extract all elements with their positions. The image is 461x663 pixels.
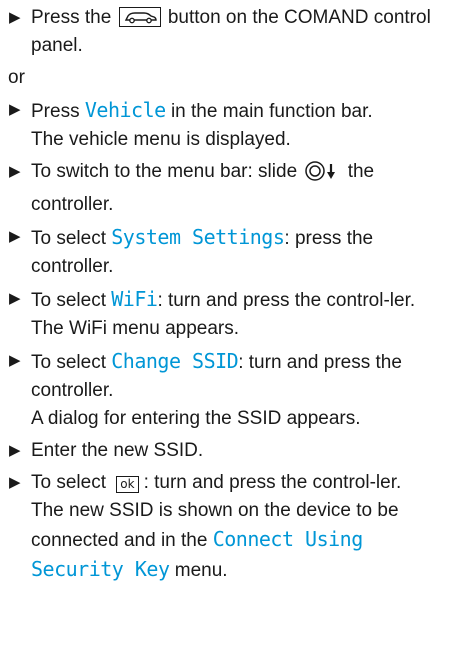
step-text-pre: To select: [31, 290, 106, 311]
step-text-post: : turn and press the control-ler.: [143, 472, 402, 493]
bullet-arrow-icon: ▶: [9, 101, 21, 118]
step-result: The WiFi menu appears.: [31, 318, 240, 339]
menu-item-system-settings: System Settings: [111, 225, 285, 249]
bullet-arrow-icon: ▶: [9, 442, 21, 459]
menu-item-change-ssid: Change SSID: [111, 349, 239, 373]
step-switch-menu-bar: ▶ To switch to the menu bar: slide the c…: [8, 158, 453, 219]
car-key-icon: [118, 7, 161, 27]
step-text-post: in the main function bar.: [170, 101, 373, 122]
step-select-change-ssid: ▶ To select Change SSID: turn and press …: [8, 347, 453, 433]
step-enter-ssid: ▶ Enter the new SSID.: [8, 437, 453, 465]
bullet-arrow-icon: ▶: [9, 290, 21, 307]
step-select-ok: ▶ To select ok: turn and press the contr…: [8, 469, 453, 585]
step-text-pre: To select: [31, 352, 106, 373]
menu-item-wifi: WiFi: [111, 287, 158, 311]
step-text-post: : turn and press the control-ler.: [157, 290, 416, 311]
step-text-pre: Press the: [31, 7, 112, 28]
step-text-pre: To select: [31, 472, 106, 493]
ok-key-icon: ok: [116, 476, 139, 493]
step-text: Enter the new SSID.: [31, 440, 204, 461]
step-press-car-button: ▶ Press the button on the COMAND control…: [8, 4, 453, 60]
step-result-post: menu.: [174, 560, 228, 581]
controller-slide-down-icon: [304, 160, 340, 191]
step-result: The vehicle menu is displayed.: [31, 129, 291, 150]
bullet-arrow-icon: ▶: [9, 228, 21, 245]
or-separator: or: [8, 67, 25, 88]
bullet-arrow-icon: ▶: [9, 474, 21, 491]
menu-item-vehicle: Vehicle: [84, 98, 166, 122]
step-select-wifi: ▶ To select WiFi: turn and press the con…: [8, 285, 453, 343]
bullet-arrow-icon: ▶: [9, 9, 21, 26]
step-text-pre: To switch to the menu bar: slide: [31, 161, 298, 182]
step-text-pre: Press: [31, 101, 80, 122]
step-text-pre: To select: [31, 228, 106, 249]
bullet-arrow-icon: ▶: [9, 163, 21, 180]
bullet-arrow-icon: ▶: [9, 352, 21, 369]
step-press-vehicle: ▶ Press Vehicle in the main function bar…: [8, 96, 453, 154]
step-result: A dialog for entering the SSID appears.: [31, 408, 361, 429]
instruction-page: ▶ Press the button on the COMAND control…: [0, 0, 461, 663]
step-select-system-settings: ▶ To select System Settings: press the c…: [8, 223, 453, 281]
